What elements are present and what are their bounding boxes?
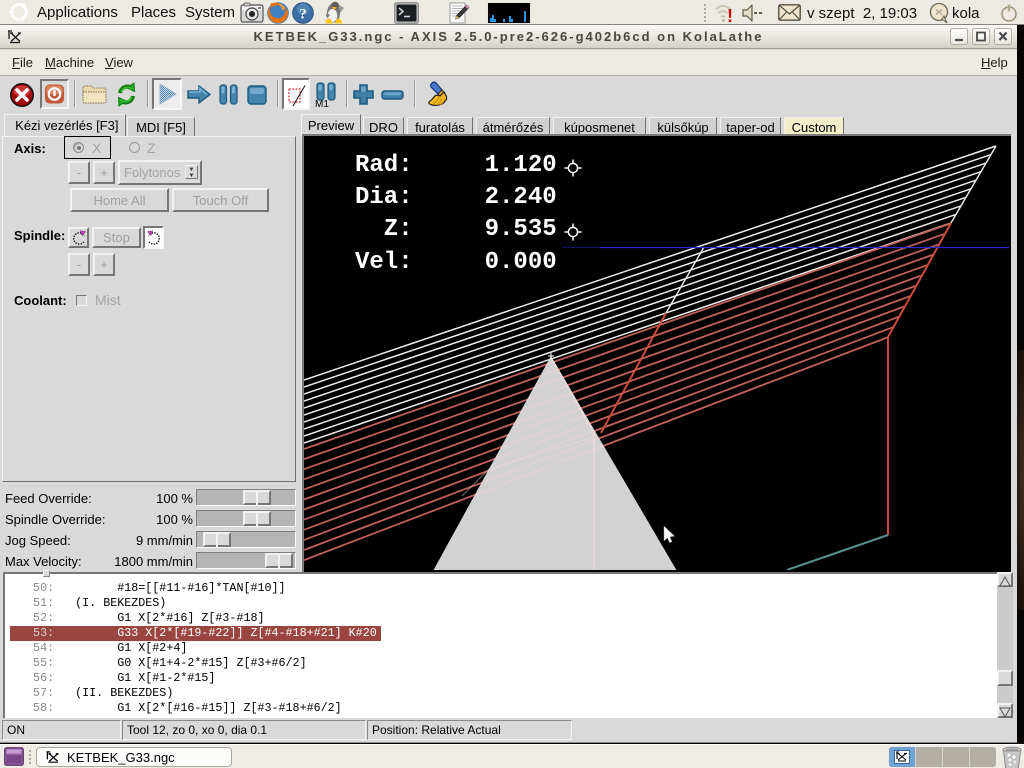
svg-text:M1: M1 xyxy=(315,99,329,108)
svg-text:?: ? xyxy=(299,7,307,23)
svg-text:!: ! xyxy=(727,6,733,24)
